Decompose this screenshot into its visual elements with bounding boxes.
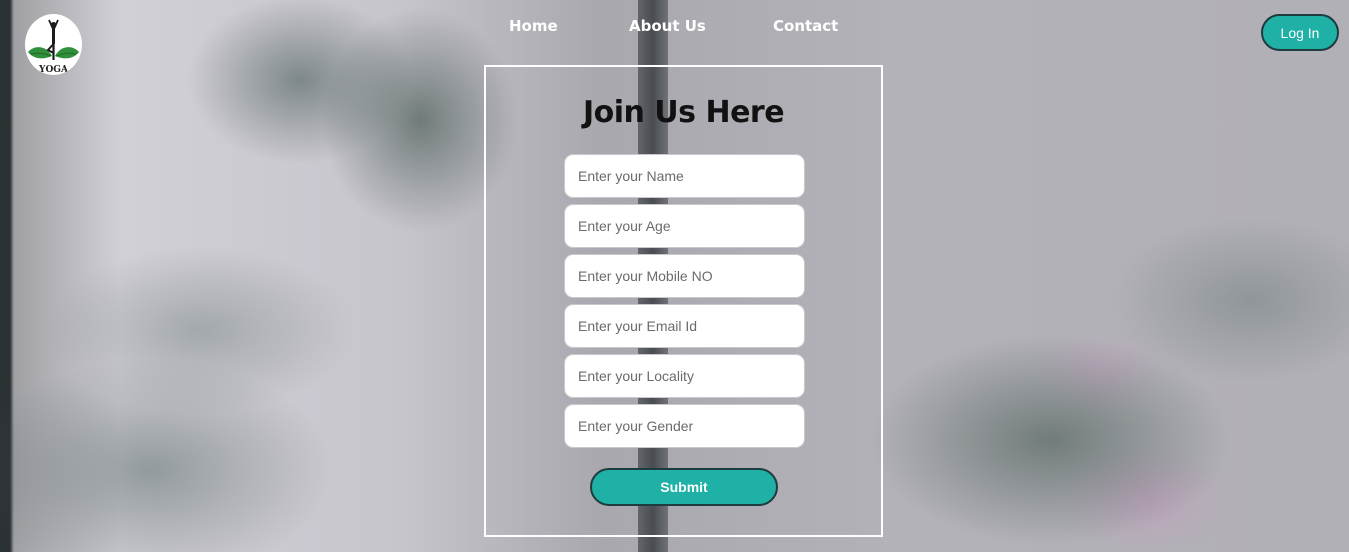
nav-link-home[interactable]: Home	[509, 17, 558, 35]
name-input[interactable]	[564, 154, 805, 198]
join-form: Join Us Here Submit	[484, 65, 883, 537]
mobile-input[interactable]	[564, 254, 805, 298]
gender-input[interactable]	[564, 404, 805, 448]
main-nav: Home About Us Contact	[0, 17, 1349, 37]
submit-button[interactable]: Submit	[590, 468, 778, 506]
nav-link-contact[interactable]: Contact	[773, 17, 838, 35]
age-input[interactable]	[564, 204, 805, 248]
email-input[interactable]	[564, 304, 805, 348]
login-button[interactable]: Log In	[1261, 14, 1339, 51]
locality-input[interactable]	[564, 354, 805, 398]
form-title: Join Us Here	[582, 95, 785, 130]
nav-link-about-us[interactable]: About Us	[629, 17, 706, 35]
